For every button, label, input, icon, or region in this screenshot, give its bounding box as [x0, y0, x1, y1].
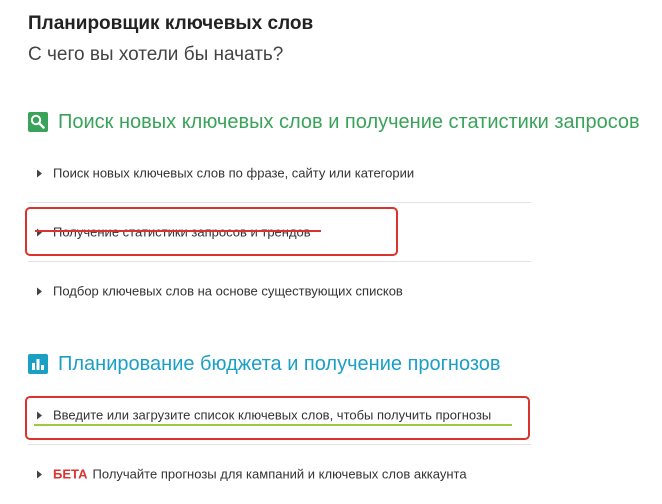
search-icon — [28, 112, 48, 132]
option-enter-keyword-list[interactable]: Введите или загрузите список ключевых сл… — [28, 386, 531, 445]
section-header-budget-forecast: Планирование бюджета и получение прогноз… — [28, 352, 501, 376]
caret-right-icon — [37, 287, 42, 295]
beta-badge: БЕТА — [53, 466, 88, 482]
page-subtitle: С чего вы хотели бы начать? — [28, 44, 284, 65]
option-label: Подбор ключевых слов на основе существую… — [53, 283, 403, 299]
caret-right-icon — [37, 169, 42, 177]
option-list-budget-forecast: Введите или загрузите список ключевых сл… — [28, 386, 531, 503]
section-header-keyword-search: Поиск новых ключевых слов и получение ст… — [28, 110, 640, 134]
option-get-search-volume[interactable]: Получение статистики запросов и трендов — [28, 203, 531, 262]
option-list-keyword-search: Поиск новых ключевых слов по фразе, сайт… — [28, 144, 531, 320]
section-title: Планирование бюджета и получение прогноз… — [58, 353, 501, 375]
bar-chart-icon — [28, 354, 48, 374]
caret-right-icon — [37, 228, 42, 236]
page-title: Планировщик ключевых слов — [28, 13, 314, 34]
option-multiply-keyword-lists[interactable]: Подбор ключевых слов на основе существую… — [28, 262, 531, 320]
option-label: Поиск новых ключевых слов по фразе, сайт… — [53, 165, 415, 181]
caret-right-icon — [37, 470, 42, 478]
option-label: Получение статистики запросов и трендов — [53, 224, 311, 240]
caret-right-icon — [37, 411, 42, 419]
section-title: Поиск новых ключевых слов и получение ст… — [58, 111, 640, 133]
option-account-forecasts[interactable]: БЕТА Получайте прогнозы для кампаний и к… — [28, 445, 531, 503]
option-label: Введите или загрузите список ключевых сл… — [53, 407, 492, 423]
option-search-new-keywords[interactable]: Поиск новых ключевых слов по фразе, сайт… — [28, 144, 531, 203]
option-label: Получайте прогнозы для кампаний и ключев… — [92, 466, 467, 482]
